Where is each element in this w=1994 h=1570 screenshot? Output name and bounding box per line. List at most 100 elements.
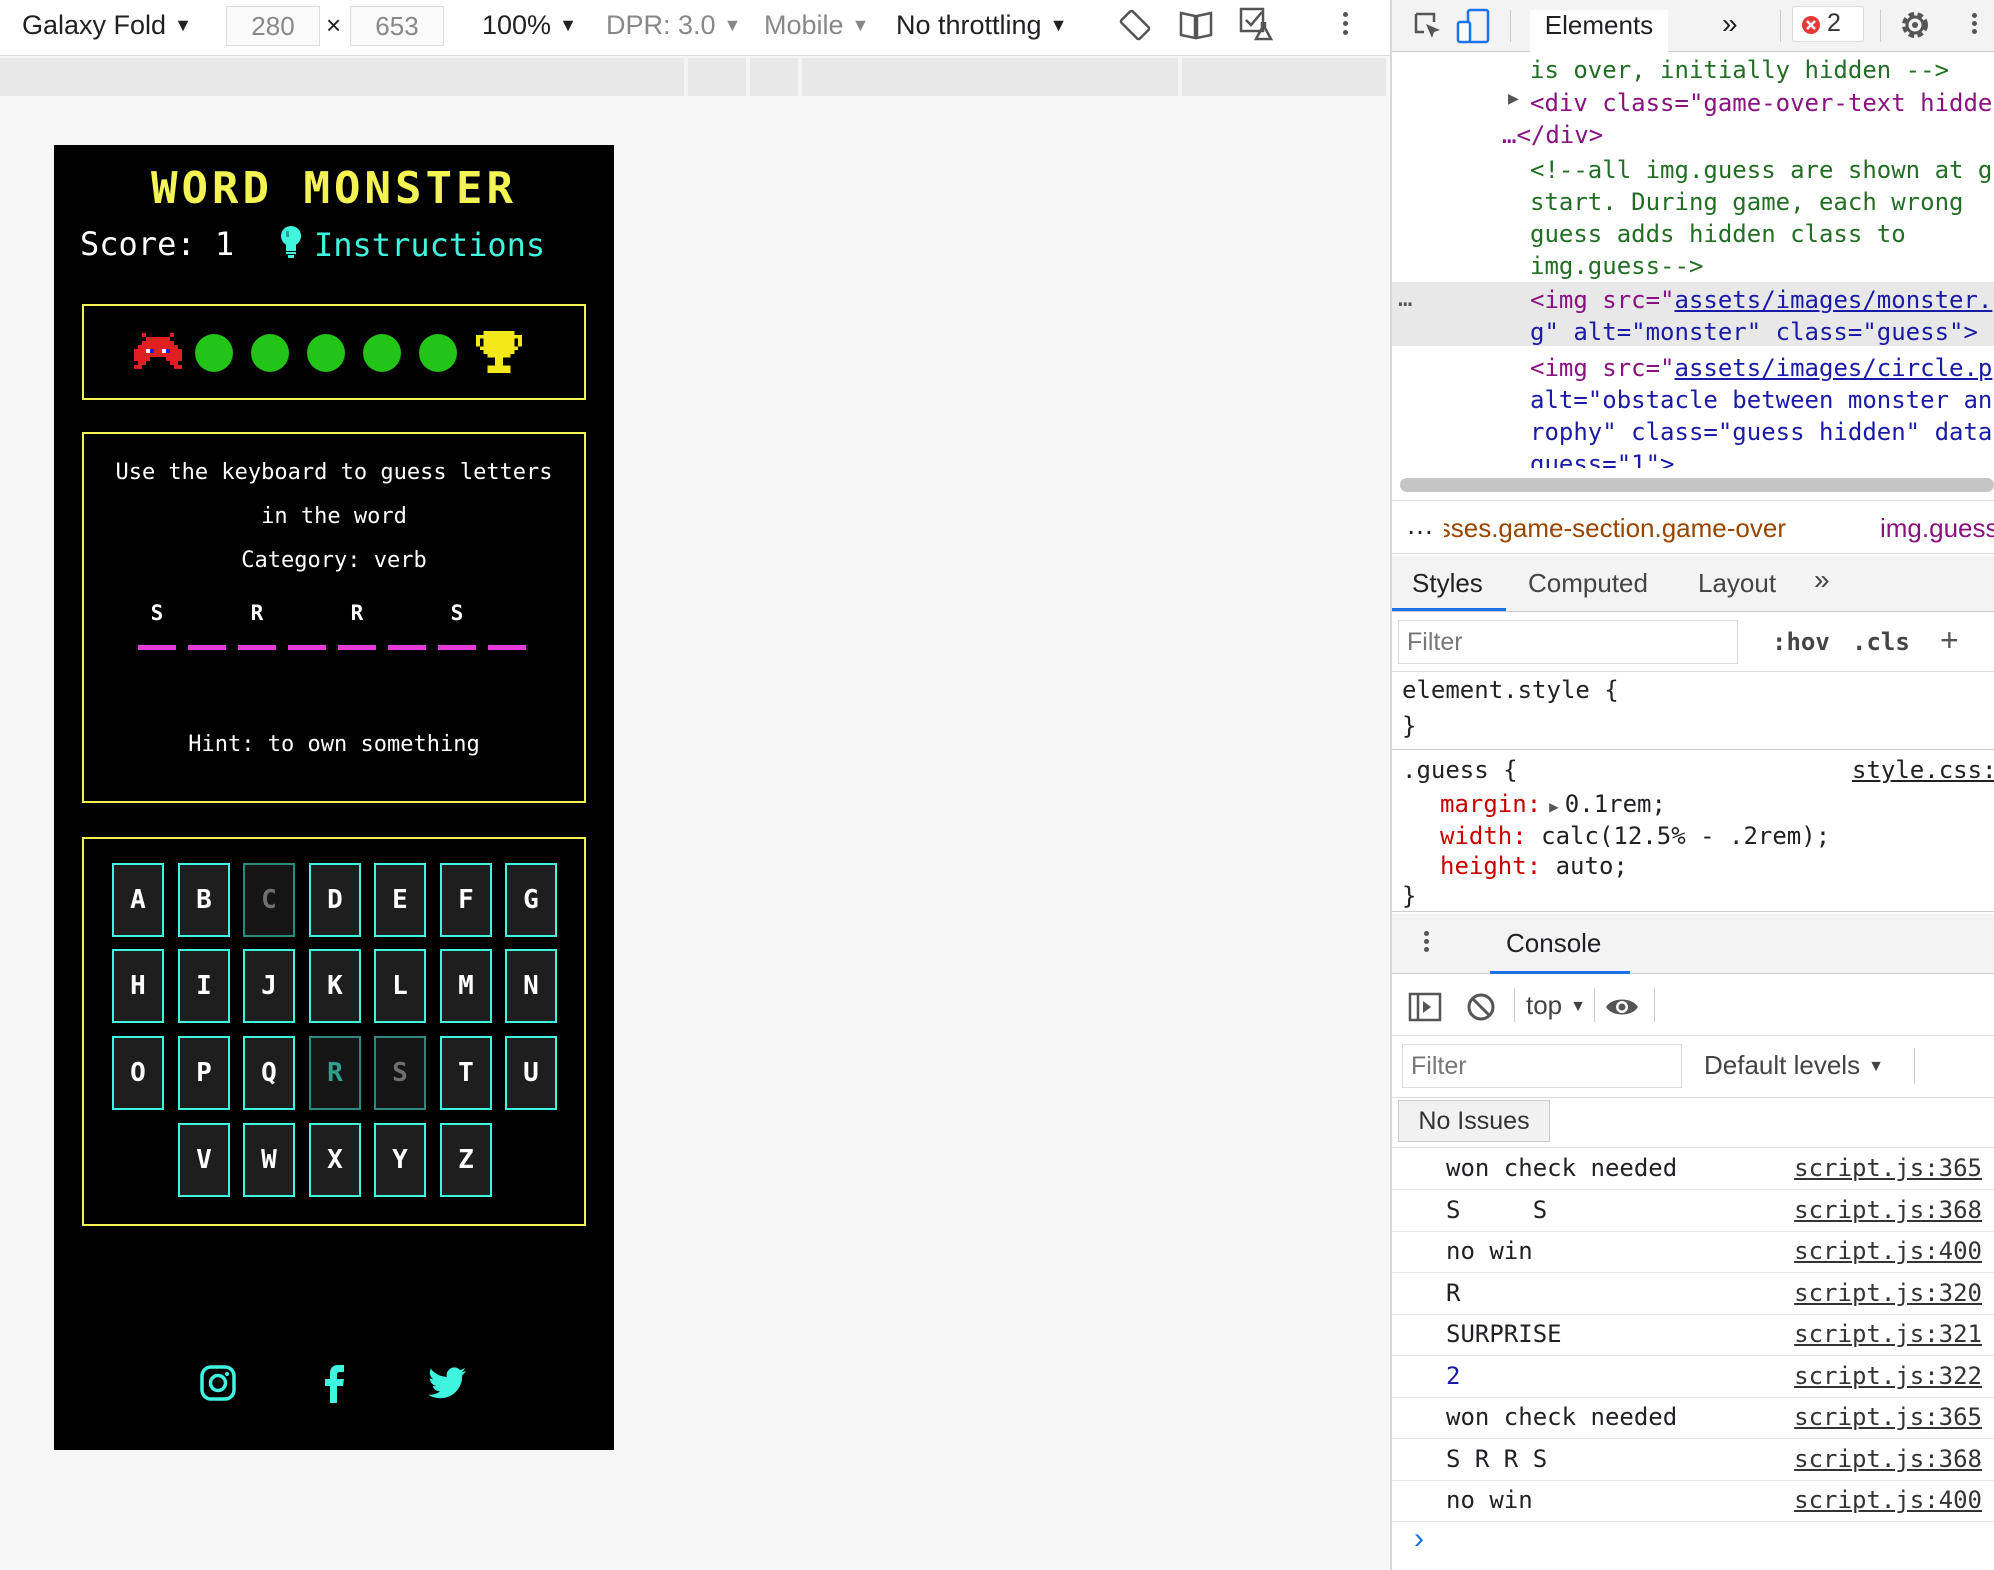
- log-source-link[interactable]: script.js:322: [1794, 1362, 1982, 1390]
- slot-letter: S: [450, 601, 464, 625]
- guess-css-rule: .guess { style.css: margin: ▶ 0.1rem; widt…: [1392, 752, 1994, 912]
- key-q[interactable]: Q: [243, 1036, 295, 1110]
- no-issues-button[interactable]: No Issues: [1398, 1100, 1550, 1142]
- key-g[interactable]: G: [505, 863, 557, 937]
- tab-console[interactable]: Console: [1506, 928, 1601, 959]
- breadcrumb-item-selected[interactable]: img.guess: [1880, 513, 1994, 544]
- key-k[interactable]: K: [309, 949, 361, 1023]
- key-w[interactable]: W: [243, 1123, 295, 1197]
- dpr-select[interactable]: DPR: 3.0 ▼: [606, 0, 741, 56]
- hov-toggle[interactable]: :hov: [1772, 628, 1830, 656]
- mode-select[interactable]: Mobile ▼: [764, 0, 869, 56]
- log-source-link[interactable]: script.js:321: [1794, 1320, 1982, 1348]
- key-j[interactable]: J: [243, 949, 295, 1023]
- twitter-icon[interactable]: [428, 1363, 468, 1403]
- dom-horizontal-scrollbar[interactable]: [1400, 478, 1994, 492]
- key-z[interactable]: Z: [440, 1123, 492, 1197]
- tab-styles[interactable]: Styles: [1412, 568, 1483, 599]
- key-u[interactable]: U: [505, 1036, 557, 1110]
- dom-div-node[interactable]: <div class="game-over-text hidde: [1530, 89, 1992, 117]
- tab-layout[interactable]: Layout: [1698, 568, 1776, 599]
- tab-computed[interactable]: Computed: [1528, 568, 1648, 599]
- device-select[interactable]: Galaxy Fold ▼: [22, 0, 192, 56]
- log-source-link[interactable]: script.js:400: [1794, 1237, 1982, 1265]
- context-select[interactable]: top ▼: [1526, 990, 1586, 1021]
- key-e[interactable]: E: [374, 863, 426, 937]
- cls-toggle[interactable]: .cls: [1852, 628, 1910, 656]
- error-icon: [1802, 16, 1820, 34]
- key-t[interactable]: T: [440, 1036, 492, 1110]
- node-actions-icon[interactable]: …: [1398, 284, 1412, 312]
- key-m[interactable]: M: [440, 949, 492, 1023]
- breadcrumb-item[interactable]: guesses.game-section.game-over: [1444, 513, 1786, 544]
- errors-badge[interactable]: 2: [1792, 6, 1864, 42]
- styles-filter-input[interactable]: Filter: [1398, 620, 1738, 664]
- width-input[interactable]: 280: [226, 6, 320, 46]
- log-levels-select[interactable]: Default levels ▼: [1704, 1050, 1884, 1081]
- height-declaration[interactable]: height: auto;: [1440, 852, 1628, 880]
- key-c[interactable]: C: [243, 863, 295, 937]
- key-r[interactable]: R: [309, 1036, 361, 1110]
- img-monster-line1: <img src="assets/images/monster.: [1530, 286, 1992, 314]
- sensors-icon[interactable]: [1238, 6, 1274, 42]
- key-a[interactable]: A: [112, 863, 164, 937]
- img-src-link[interactable]: assets/images/circle.p: [1675, 354, 1993, 382]
- console-log-row: SURPRISE script.js:321: [1392, 1314, 1994, 1356]
- key-s[interactable]: S: [374, 1036, 426, 1110]
- key-i[interactable]: I: [178, 949, 230, 1023]
- dual-screen-icon[interactable]: [1178, 8, 1214, 42]
- key-v[interactable]: V: [178, 1123, 230, 1197]
- margin-declaration[interactable]: margin: ▶ 0.1rem;: [1440, 790, 1666, 818]
- throttling-select[interactable]: No throttling ▼: [896, 0, 1067, 56]
- log-source-link[interactable]: script.js:368: [1794, 1445, 1982, 1473]
- more-tabs-icon[interactable]: »: [1814, 564, 1830, 596]
- breadcrumb-overflow[interactable]: …: [1406, 509, 1434, 541]
- sidebar-toggle-icon[interactable]: [1408, 992, 1442, 1022]
- expand-triangle-icon[interactable]: ▶: [1549, 797, 1559, 816]
- facebook-icon[interactable]: [314, 1363, 354, 1403]
- more-icon[interactable]: [1970, 10, 1978, 44]
- img-src-link[interactable]: assets/images/monster.: [1675, 286, 1993, 314]
- key-d[interactable]: D: [309, 863, 361, 937]
- expand-triangle-icon[interactable]: ▶: [1508, 88, 1519, 109]
- tab-elements[interactable]: Elements: [1530, 10, 1668, 52]
- log-source-link[interactable]: script.js:368: [1794, 1196, 1982, 1224]
- log-source-link[interactable]: script.js:365: [1794, 1154, 1982, 1182]
- key-b[interactable]: B: [178, 863, 230, 937]
- devtools-tabbar: Elements » 2: [1392, 0, 1994, 52]
- key-l[interactable]: L: [374, 949, 426, 1023]
- clear-console-icon[interactable]: [1466, 992, 1496, 1022]
- console-prompt-icon[interactable]: ›: [1414, 1522, 1424, 1556]
- rule-source-link[interactable]: style.css:: [1852, 756, 1994, 784]
- media-query-bar[interactable]: [0, 58, 1386, 96]
- key-n[interactable]: N: [505, 949, 557, 1023]
- drawer-menu-icon[interactable]: [1422, 928, 1430, 962]
- key-y[interactable]: Y: [374, 1123, 426, 1197]
- zoom-select[interactable]: 100% ▼: [482, 0, 577, 56]
- rotate-icon[interactable]: [1118, 8, 1152, 42]
- log-source-link[interactable]: script.js:320: [1794, 1279, 1982, 1307]
- log-source-link[interactable]: script.js:400: [1794, 1486, 1982, 1514]
- key-x[interactable]: X: [309, 1123, 361, 1197]
- key-o[interactable]: O: [112, 1036, 164, 1110]
- instructions-link[interactable]: Instructions: [280, 225, 545, 264]
- height-input[interactable]: 653: [350, 6, 444, 46]
- more-icon[interactable]: [1340, 8, 1350, 42]
- console-filter-input[interactable]: Filter: [1402, 1044, 1682, 1088]
- gear-icon[interactable]: [1898, 8, 1932, 42]
- console-log-row: won check needed script.js:365: [1392, 1397, 1994, 1439]
- log-source-link[interactable]: script.js:365: [1794, 1403, 1982, 1431]
- key-h[interactable]: H: [112, 949, 164, 1023]
- property-value: auto;: [1555, 852, 1628, 880]
- rule-selector[interactable]: .guess {: [1402, 756, 1518, 784]
- add-rule-icon[interactable]: +: [1940, 622, 1959, 659]
- more-tabs-icon[interactable]: »: [1722, 8, 1738, 40]
- element-style-selector[interactable]: element.style {: [1402, 676, 1619, 704]
- key-f[interactable]: F: [440, 863, 492, 937]
- key-p[interactable]: P: [178, 1036, 230, 1110]
- instagram-icon[interactable]: [198, 1363, 238, 1403]
- eye-icon[interactable]: [1604, 994, 1640, 1020]
- width-declaration[interactable]: width: calc(12.5% - .2rem);: [1440, 822, 1830, 850]
- device-mode-icon[interactable]: [1456, 8, 1490, 44]
- inspect-icon[interactable]: [1412, 10, 1444, 42]
